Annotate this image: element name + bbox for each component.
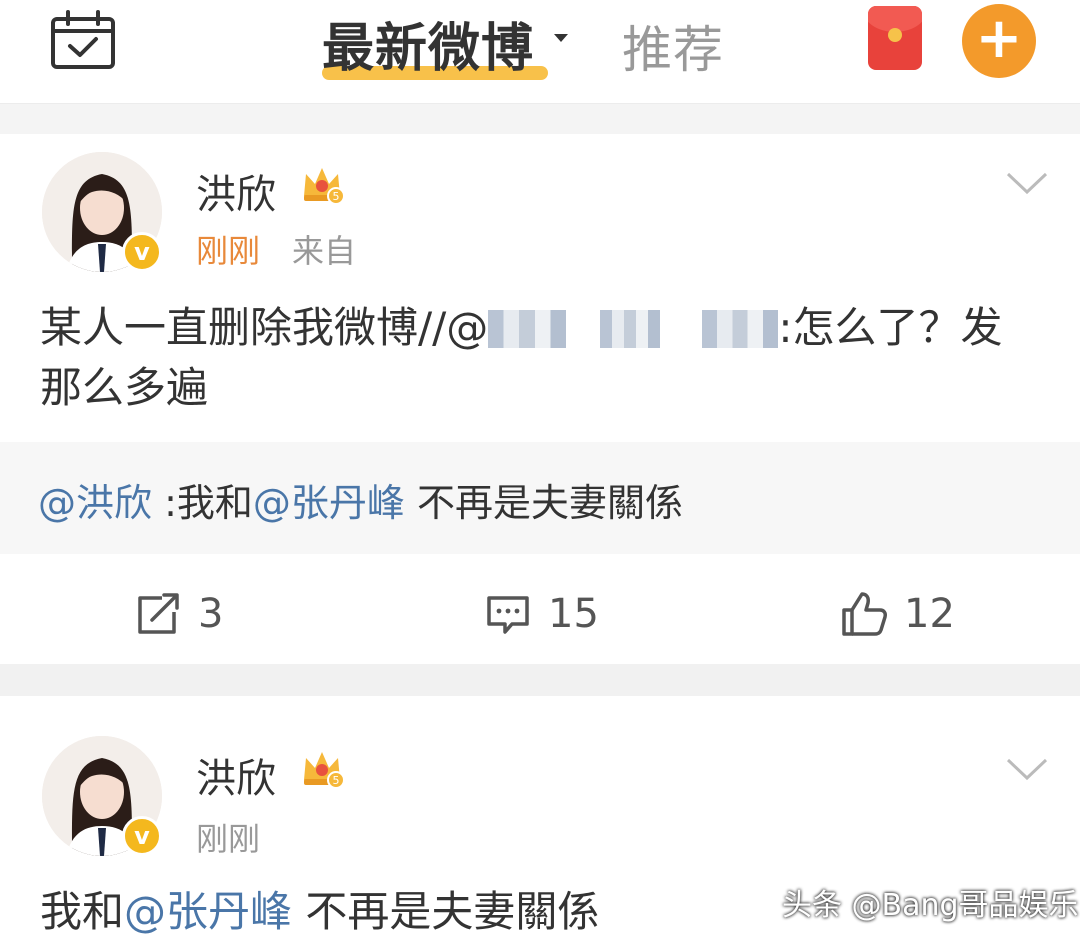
- post-action-bar: 3 15 12: [0, 574, 1080, 654]
- comment-count: 15: [548, 591, 599, 637]
- red-packet-icon[interactable]: [868, 6, 922, 70]
- post-timestamp: 刚刚: [196, 232, 261, 270]
- calendar-check-icon[interactable]: [50, 10, 116, 70]
- repost-text-b: 不再是夫妻關係: [404, 481, 684, 525]
- post-content-a: 我和: [40, 887, 125, 936]
- vip-crown-icon: 5: [304, 168, 345, 205]
- blurred-username: [702, 310, 779, 348]
- post-content-prefix: 某人一直删除我微博//@: [40, 303, 489, 352]
- red-packet-coin: [888, 28, 902, 42]
- repost-block[interactable]: @洪欣 :我和@张丹峰 不再是夫妻關係: [0, 442, 1080, 554]
- post-source: 来自: [292, 232, 357, 270]
- tab-latest-label: 最新微博: [322, 18, 535, 79]
- post-content: 某人一直删除我微博//@:怎么了？发那么多遍: [40, 298, 1030, 418]
- post-content-b: 不再是夫妻關係: [292, 887, 600, 936]
- mention-link[interactable]: @张丹峰: [253, 481, 405, 525]
- compose-plus-button[interactable]: +: [962, 4, 1036, 78]
- post-username[interactable]: 洪欣: [196, 746, 276, 804]
- svg-text:5: 5: [333, 190, 340, 203]
- chevron-down-icon[interactable]: [1006, 758, 1048, 782]
- top-nav-bar: 最新微博 推荐 +: [0, 0, 1080, 104]
- tab-latest-weibo[interactable]: 最新微博: [322, 8, 548, 80]
- tab-recommend[interactable]: 推荐: [622, 10, 724, 82]
- vip-crown-icon: 5: [304, 752, 345, 789]
- share-icon: [138, 593, 179, 634]
- source-watermark: 头条 @Bang哥品娱乐: [782, 888, 1079, 923]
- repost-content: @洪欣 :我和@张丹峰 不再是夫妻關係: [38, 472, 683, 527]
- verified-badge-icon: v: [122, 816, 162, 856]
- blurred-username: [600, 310, 661, 348]
- svg-text:5: 5: [333, 774, 340, 787]
- comment-button[interactable]: 15: [484, 584, 599, 644]
- thumbs-up-icon: [842, 592, 887, 636]
- mention-link[interactable]: @张丹峰: [124, 887, 292, 936]
- blurred-username: [488, 310, 567, 348]
- comment-icon: [487, 596, 529, 634]
- post-username[interactable]: 洪欣: [196, 162, 276, 220]
- feed-post[interactable]: v 洪欣 5 刚刚 来自 某人一直删除我微博//@:怎么了？发那么多遍 @洪欣 …: [0, 134, 1080, 664]
- verified-badge-icon: v: [122, 232, 162, 272]
- share-count: 3: [198, 591, 224, 637]
- mention-link[interactable]: @洪欣: [38, 481, 152, 525]
- like-button[interactable]: 12: [840, 584, 955, 644]
- share-button[interactable]: 3: [134, 584, 223, 644]
- post-timestamp: 刚刚: [196, 820, 261, 858]
- like-count: 12: [904, 591, 955, 637]
- chevron-down-icon[interactable]: [1006, 172, 1048, 196]
- feed-divider: [0, 664, 1080, 696]
- feed-divider: [0, 104, 1080, 134]
- dropdown-caret-icon[interactable]: [554, 34, 568, 42]
- repost-text-a: :我和: [152, 481, 253, 525]
